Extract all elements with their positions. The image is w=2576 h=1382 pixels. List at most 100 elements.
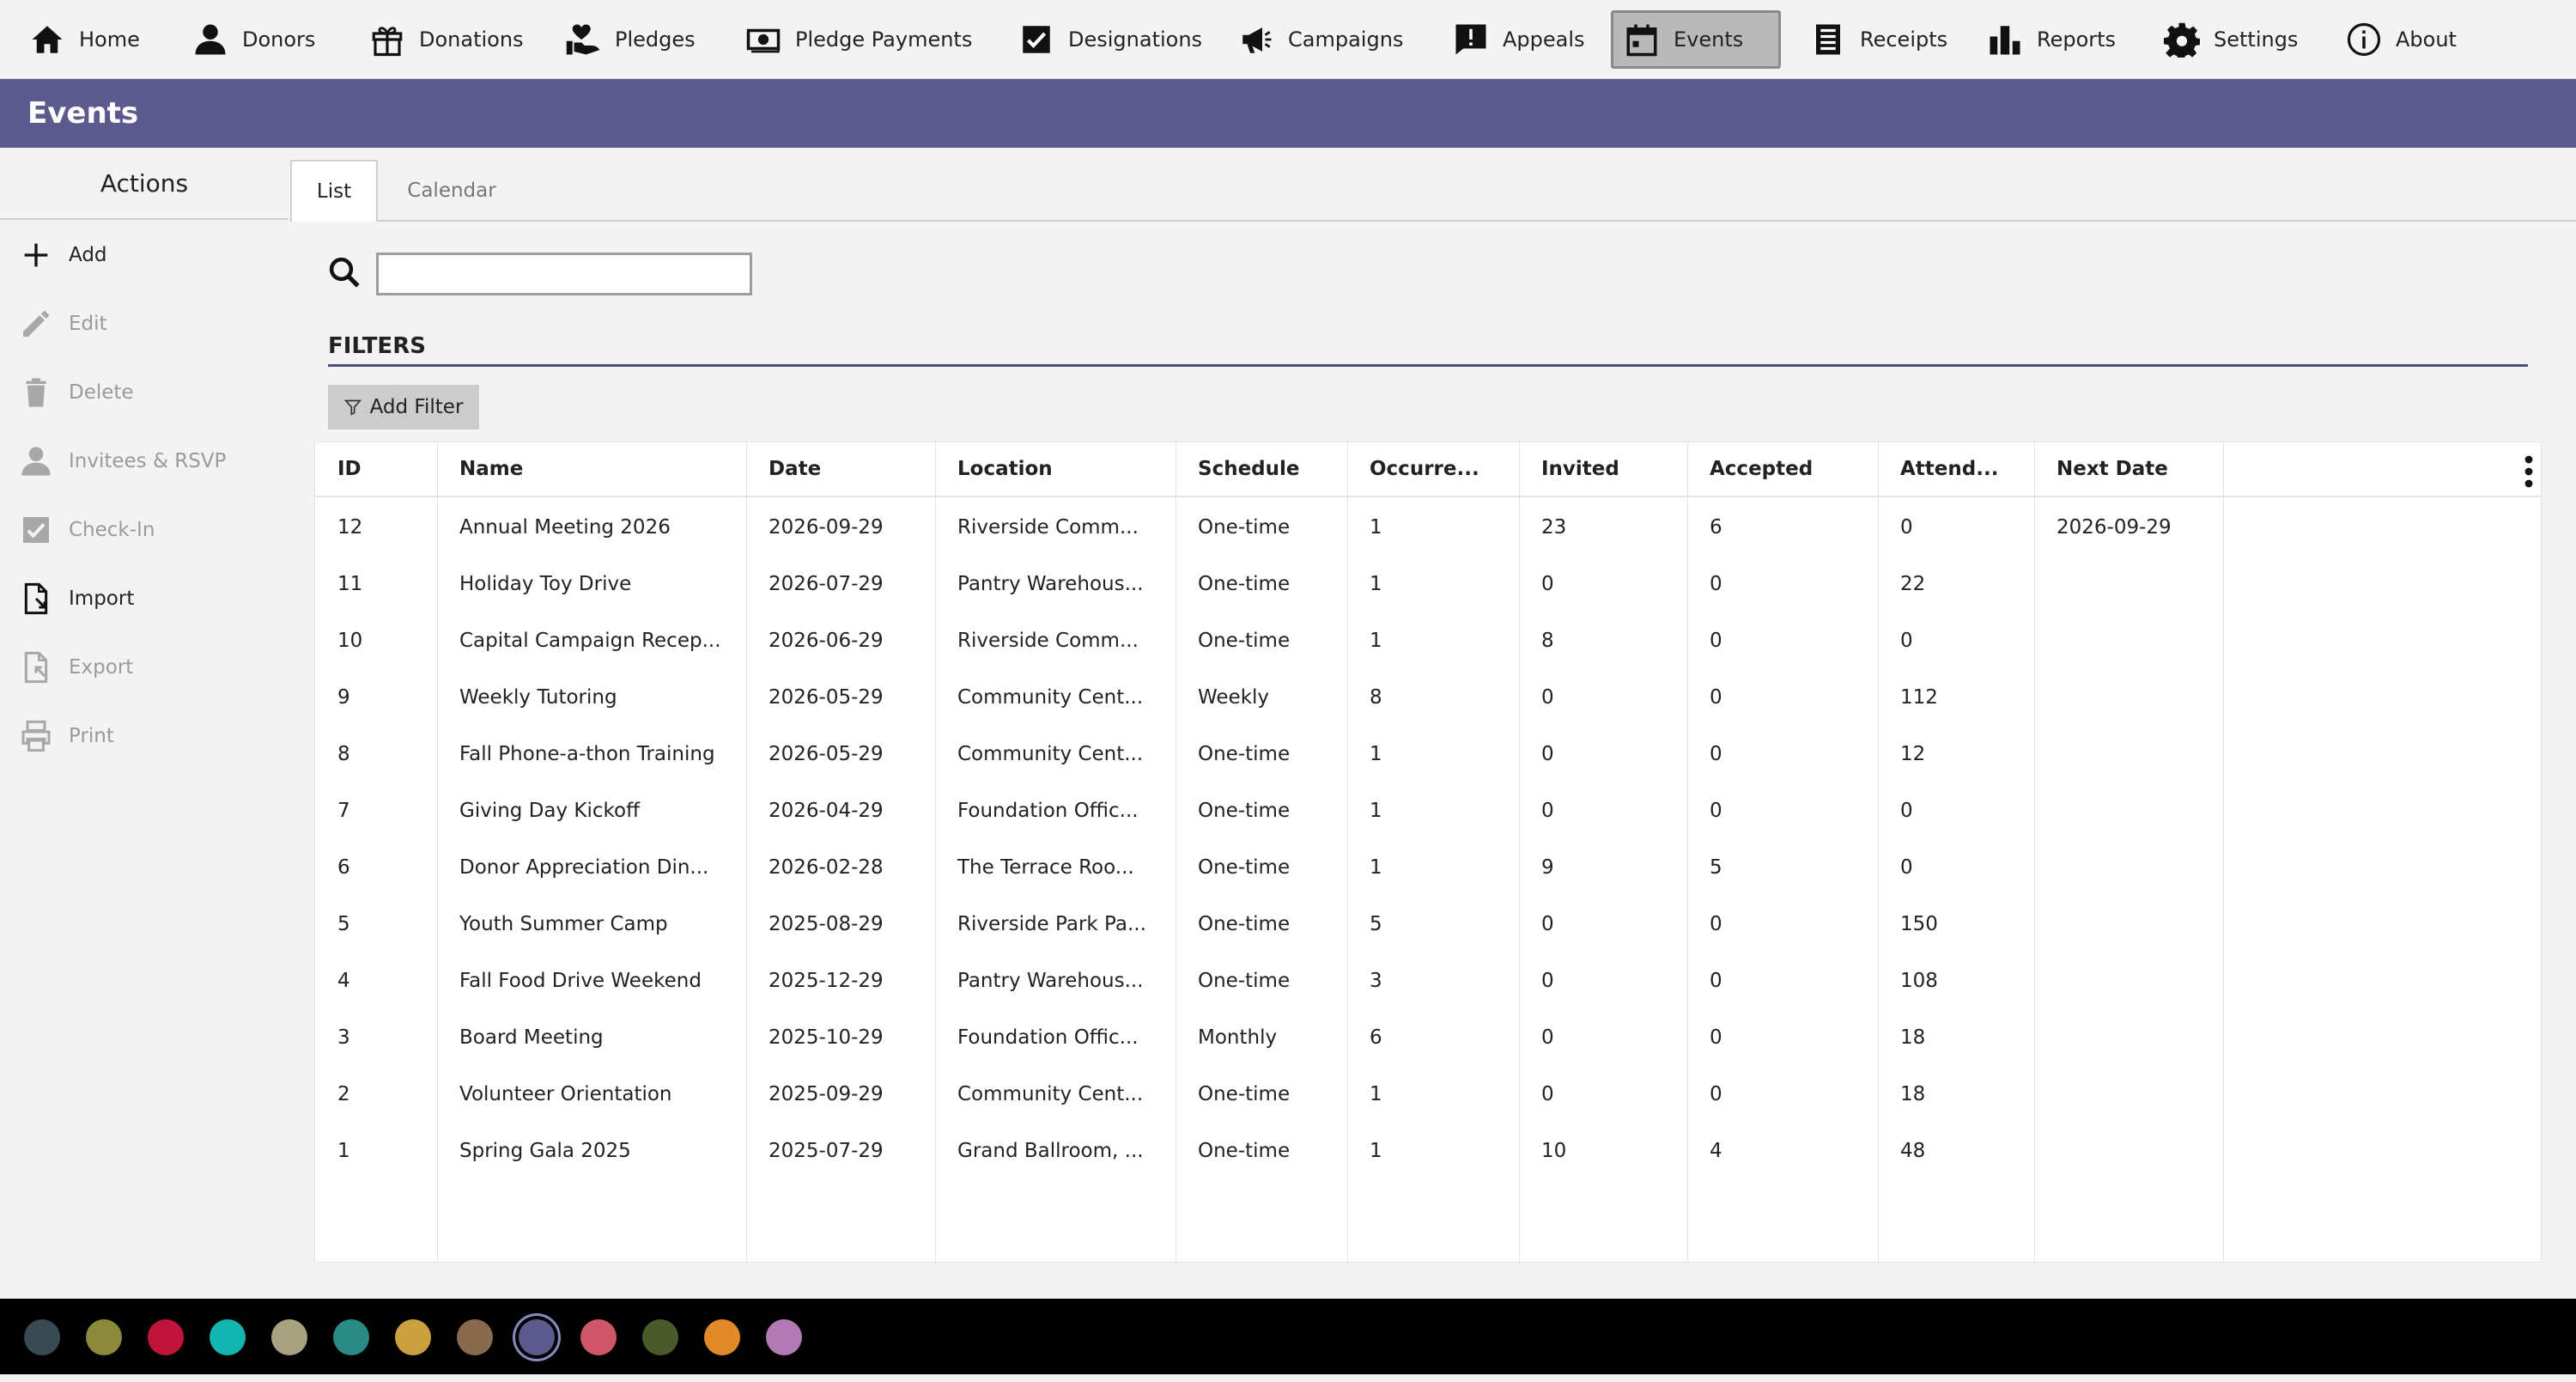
hand-heart-icon bbox=[566, 24, 600, 55]
table-cell: 1 bbox=[1370, 630, 1382, 652]
gear-icon bbox=[2164, 22, 2200, 58]
table-cell: 3 bbox=[337, 1026, 350, 1049]
table-cell: 5 bbox=[1710, 856, 1722, 879]
table-cell: Community Cent... bbox=[957, 1083, 1144, 1105]
column-header-id[interactable]: ID bbox=[337, 458, 361, 480]
nav-events[interactable]: Events bbox=[1611, 10, 1781, 69]
table-row[interactable] bbox=[315, 557, 2543, 614]
nav-reports[interactable]: Reports bbox=[1977, 10, 2126, 69]
nav-label: Pledges bbox=[615, 27, 696, 52]
nav-donors[interactable]: Donors bbox=[182, 10, 325, 69]
column-header-date[interactable]: Date bbox=[769, 458, 821, 480]
nav-settings[interactable]: Settings bbox=[2154, 10, 2308, 69]
action-label: Import bbox=[69, 588, 135, 610]
table-row[interactable] bbox=[315, 671, 2543, 728]
table-cell: One-time bbox=[1198, 1140, 1291, 1162]
actions-title: Actions bbox=[0, 148, 289, 220]
table-cell: 8 bbox=[1370, 686, 1382, 709]
search-input[interactable] bbox=[376, 253, 752, 295]
filter-icon bbox=[343, 399, 361, 416]
table-cell: 18 bbox=[1900, 1083, 1926, 1105]
column-header-accepted[interactable]: Accepted bbox=[1710, 458, 1813, 480]
column-header-name[interactable]: Name bbox=[459, 458, 523, 480]
add-button[interactable]: Add bbox=[19, 234, 107, 277]
tabs-divider bbox=[376, 220, 2576, 222]
delete-button[interactable]: Delete bbox=[19, 371, 134, 414]
tab-calendar[interactable]: Calendar bbox=[392, 160, 512, 222]
nav-about[interactable]: About bbox=[2336, 10, 2467, 69]
nav-pledge-payments[interactable]: Pledge Payments bbox=[735, 10, 982, 69]
table-cell: 1 bbox=[1370, 573, 1382, 595]
nav-designations[interactable]: Designations bbox=[1008, 10, 1212, 69]
table-cell: Grand Ballroom, ... bbox=[957, 1140, 1144, 1162]
table-cell: 7 bbox=[337, 800, 350, 822]
pencil-icon bbox=[23, 311, 49, 337]
printer-icon bbox=[21, 720, 51, 752]
invitees-rsvp-button[interactable]: Invitees & RSVP bbox=[19, 440, 226, 483]
table-cell: 2025-10-29 bbox=[769, 1026, 884, 1049]
column-header-occurre[interactable]: Occurre... bbox=[1370, 458, 1479, 480]
table-cell: The Terrace Roo... bbox=[957, 856, 1134, 879]
print-button[interactable]: Print bbox=[19, 715, 114, 758]
color-swatch[interactable] bbox=[148, 1319, 184, 1355]
column-header-attend[interactable]: Attend... bbox=[1900, 458, 1998, 480]
color-swatch[interactable] bbox=[210, 1319, 246, 1355]
add-filter-button[interactable]: Add Filter bbox=[328, 385, 479, 429]
column-header-schedule[interactable]: Schedule bbox=[1198, 458, 1300, 480]
table-row[interactable] bbox=[315, 784, 2543, 841]
action-label: Invitees & RSVP bbox=[69, 450, 227, 472]
table-cell: 0 bbox=[1710, 1026, 1722, 1049]
more-options-icon[interactable] bbox=[2524, 454, 2534, 489]
color-swatch[interactable] bbox=[704, 1319, 740, 1355]
table-cell: 11 bbox=[337, 573, 363, 595]
column-header-invited[interactable]: Invited bbox=[1541, 458, 1619, 480]
color-swatch[interactable] bbox=[457, 1319, 493, 1355]
nav-appeals[interactable]: Appeals bbox=[1443, 10, 1595, 69]
table-cell: 48 bbox=[1900, 1140, 1926, 1162]
color-swatch[interactable] bbox=[519, 1319, 555, 1355]
color-swatch[interactable] bbox=[642, 1319, 678, 1355]
color-swatch[interactable] bbox=[333, 1319, 369, 1355]
table-cell: 0 bbox=[1710, 630, 1722, 652]
color-swatch[interactable] bbox=[271, 1319, 307, 1355]
table-cell: 10 bbox=[337, 630, 363, 652]
table-cell: Youth Summer Camp bbox=[459, 913, 668, 935]
table-row[interactable] bbox=[315, 1124, 2543, 1181]
nav-receipts[interactable]: Receipts bbox=[1800, 10, 1958, 69]
nav-label: Appeals bbox=[1503, 27, 1585, 52]
events-table: ID Name Date Location Schedule Occurre... Invi… bbox=[314, 441, 2543, 1263]
table-cell: 1 bbox=[1370, 516, 1382, 539]
nav-donations[interactable]: Donations bbox=[359, 10, 534, 69]
table-cell: One-time bbox=[1198, 743, 1291, 765]
column-header-location[interactable]: Location bbox=[957, 458, 1053, 480]
person-icon bbox=[195, 24, 226, 55]
receipt-icon bbox=[1816, 24, 1840, 55]
nav-label: About bbox=[2396, 27, 2457, 52]
nav-pledges[interactable]: Pledges bbox=[555, 10, 706, 69]
nav-campaigns[interactable]: Campaigns bbox=[1228, 10, 1413, 69]
table-cell: 2026-09-29 bbox=[769, 516, 884, 539]
import-button[interactable]: Import bbox=[19, 577, 134, 620]
color-swatch[interactable] bbox=[766, 1319, 802, 1355]
column-header-next-date[interactable]: Next Date bbox=[2057, 458, 2168, 480]
table-cell: 0 bbox=[1541, 913, 1554, 935]
tab-list[interactable]: List bbox=[290, 160, 378, 222]
table-cell: 8 bbox=[1541, 630, 1554, 652]
table-cell: One-time bbox=[1198, 856, 1291, 879]
table-cell: 2025-08-29 bbox=[769, 913, 884, 935]
table-cell: 2026-09-29 bbox=[2057, 516, 2172, 539]
table-cell: Foundation Offic... bbox=[957, 1026, 1139, 1049]
table-cell: Riverside Comm... bbox=[957, 630, 1139, 652]
color-swatch[interactable] bbox=[395, 1319, 431, 1355]
color-swatch[interactable] bbox=[86, 1319, 122, 1355]
table-cell: One-time bbox=[1198, 573, 1291, 595]
edit-button[interactable]: Edit bbox=[19, 302, 107, 345]
color-swatch[interactable] bbox=[580, 1319, 617, 1355]
color-swatch[interactable] bbox=[24, 1319, 60, 1355]
table-cell: 6 bbox=[1370, 1026, 1382, 1049]
nav-home[interactable]: Home bbox=[19, 10, 150, 69]
table-row[interactable] bbox=[315, 1011, 2543, 1068]
table-cell: 1 bbox=[1370, 856, 1382, 879]
check-in-button[interactable]: Check-In bbox=[19, 508, 155, 551]
export-button[interactable]: Export bbox=[19, 646, 133, 689]
